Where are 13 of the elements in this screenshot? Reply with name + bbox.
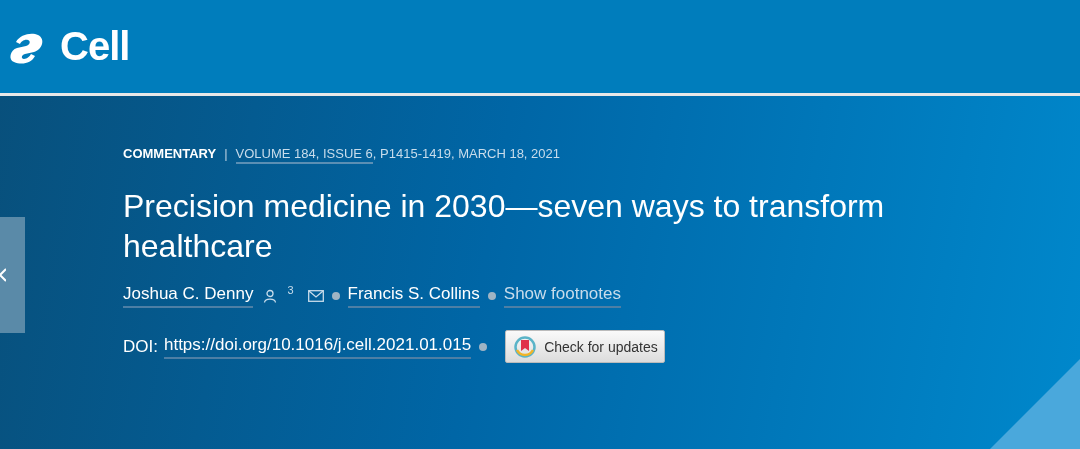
footnotes-link[interactable]: Show footnotes	[503, 284, 621, 308]
doi-link[interactable]: https://doi.org/10.1016/j.cell.2021.01.015	[163, 334, 472, 359]
doi-label: DOI:	[123, 336, 158, 357]
article-title: Precision medicine in 2030—seven ways to transform healthcare	[123, 187, 886, 266]
author-link[interactable]: Francis S. Collins	[347, 284, 480, 308]
affiliation-link[interactable]: 3	[287, 284, 294, 296]
issue-link[interactable]: VOLUME 184, ISSUE 6	[235, 146, 373, 164]
article-type: COMMENTARY	[123, 146, 217, 161]
author-link[interactable]: Joshua C. Denny	[123, 284, 254, 308]
publication-details: , P1415-1419, MARCH 18, 2021	[372, 146, 560, 161]
separator: |	[224, 146, 228, 161]
check-updates-button[interactable]: Check for updates	[505, 330, 665, 363]
brand-name[interactable]: Cell	[60, 24, 130, 69]
